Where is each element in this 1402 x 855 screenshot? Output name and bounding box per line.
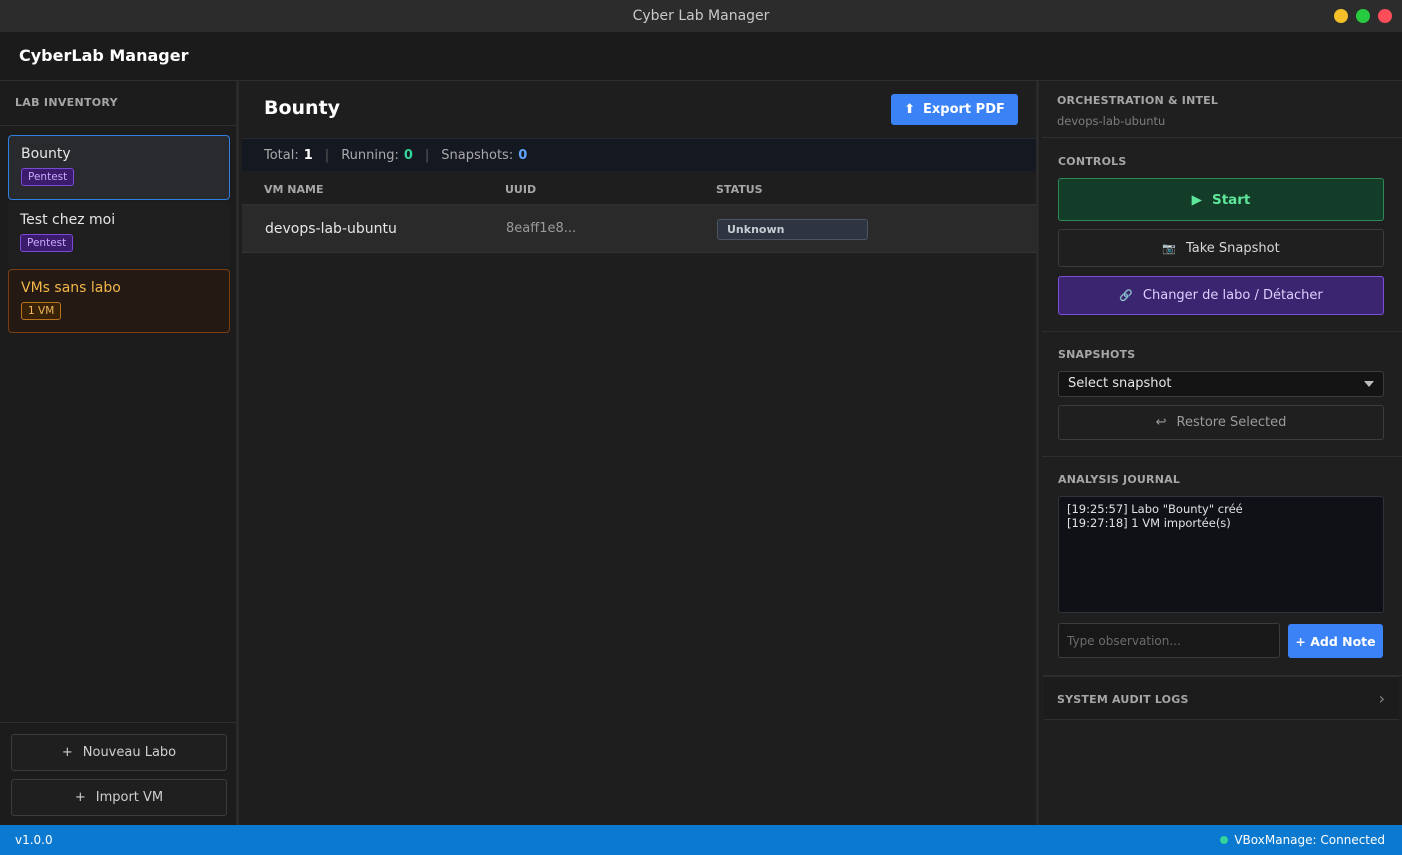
app-brand: CyberLab Manager	[19, 46, 189, 65]
snapshots-label: Snapshots:	[441, 147, 514, 163]
journal-entry: [19:27:18] 1 VM importée(s)	[1067, 516, 1231, 530]
minimize-window-button[interactable]	[1334, 9, 1348, 23]
app-header: CyberLab Manager	[0, 33, 1402, 81]
vm-count-badge: 1 VM	[21, 302, 62, 320]
panel-header: ORCHESTRATION & INTEL devops-lab-ubuntu	[1042, 81, 1402, 138]
lab-title: Bounty	[264, 97, 341, 119]
running-value: 0	[403, 147, 413, 163]
maximize-window-button[interactable]	[1356, 9, 1370, 23]
connection-status-text: VBoxManage: Connected	[1234, 833, 1385, 847]
table-row[interactable]: devops-lab-ubuntu 8eaff1e8... Unknown	[242, 206, 1036, 253]
total-value: 1	[303, 147, 313, 163]
controls-heading: CONTROLS	[1058, 155, 1127, 168]
vm-uuid-cell: 8eaff1e8...	[506, 221, 577, 236]
undo-icon: ↩	[1155, 415, 1167, 430]
journal-heading: ANALYSIS JOURNAL	[1058, 473, 1181, 486]
lab-item-name: Bounty	[21, 146, 71, 162]
running-label: Running:	[341, 147, 399, 163]
app-version: v1.0.0	[15, 833, 53, 847]
lab-item-name: Test chez moi	[20, 212, 116, 228]
status-bar: v1.0.0 VBoxManage: Connected	[0, 825, 1402, 855]
import-vm-label: Import VM	[95, 790, 164, 805]
take-snapshot-label: Take Snapshot	[1185, 240, 1280, 256]
restore-snapshot-button[interactable]: ↩ Restore Selected	[1058, 405, 1384, 440]
selected-vm-name: devops-lab-ubuntu	[1057, 114, 1166, 128]
vm-name-cell: devops-lab-ubuntu	[265, 221, 397, 237]
analysis-journal-section: ANALYSIS JOURNAL [19:25:57] Labo "Bounty…	[1042, 457, 1402, 676]
new-lab-button[interactable]: + Nouveau Labo	[11, 734, 227, 771]
orchestration-panel: ORCHESTRATION & INTEL devops-lab-ubuntu …	[1042, 81, 1402, 825]
connected-dot-icon	[1220, 836, 1229, 844]
import-vm-button[interactable]: + Import VM	[11, 779, 227, 816]
snapshot-select-value: Select snapshot	[1068, 376, 1172, 391]
lab-item-bounty[interactable]: Bounty Pentest	[8, 135, 230, 200]
snapshots-value: 0	[518, 147, 528, 163]
change-lab-label: Changer de labo / Détacher	[1142, 288, 1323, 303]
audit-heading: SYSTEM AUDIT LOGS	[1057, 693, 1189, 706]
take-snapshot-button[interactable]: 📷 Take Snapshot	[1058, 229, 1384, 267]
connection-status: VBoxManage: Connected	[1220, 833, 1385, 847]
chevron-down-icon	[1364, 381, 1374, 387]
new-lab-label: Nouveau Labo	[82, 745, 177, 760]
start-vm-button[interactable]: ▶ Start	[1058, 178, 1384, 221]
close-window-button[interactable]	[1378, 9, 1392, 23]
export-pdf-button[interactable]: ⬆ Export PDF	[891, 94, 1018, 125]
lab-item-vms-sans-labo[interactable]: VMs sans labo 1 VM	[8, 269, 230, 333]
add-note-button[interactable]: + Add Note	[1288, 624, 1383, 658]
lab-header: Bounty ⬆ Export PDF	[242, 81, 1036, 138]
restore-label: Restore Selected	[1176, 415, 1287, 430]
lab-stats-bar: Total: 1 | Running: 0 | Snapshots: 0	[242, 138, 1036, 171]
stats-separator: |	[324, 147, 330, 163]
snapshots-section: SNAPSHOTS Select snapshot ↩ Restore Sele…	[1042, 332, 1402, 457]
column-header-vm-name[interactable]: VM NAME	[264, 183, 323, 196]
export-pdf-label: Export PDF	[923, 102, 1005, 117]
upload-icon: ⬆	[904, 102, 916, 117]
snapshots-heading: SNAPSHOTS	[1058, 348, 1136, 361]
system-audit-logs-toggle[interactable]: SYSTEM AUDIT LOGS ›	[1044, 676, 1399, 720]
sidebar-heading: LAB INVENTORY	[0, 81, 236, 126]
column-header-status[interactable]: STATUS	[716, 183, 763, 196]
lab-type-badge: Pentest	[20, 234, 74, 252]
camera-icon: 📷	[1162, 241, 1176, 255]
play-icon: ▶	[1191, 191, 1202, 208]
change-lab-button[interactable]: 🔗 Changer de labo / Détacher	[1058, 276, 1384, 315]
lab-inventory-sidebar: LAB INVENTORY Bounty Pentest Test chez m…	[0, 81, 239, 825]
status-badge: Unknown	[717, 219, 868, 240]
window-titlebar: Cyber Lab Manager	[0, 0, 1402, 33]
plus-icon: +	[74, 790, 86, 805]
journal-entry: [19:25:57] Labo "Bounty" créé	[1067, 502, 1243, 516]
sidebar-actions: + Nouveau Labo + Import VM	[0, 722, 236, 825]
total-label: Total:	[264, 147, 299, 163]
stats-separator: |	[424, 147, 430, 163]
vm-table-header: VM NAME UUID STATUS	[242, 171, 1036, 206]
lab-item-test-chez-moi[interactable]: Test chez moi Pentest	[8, 202, 230, 267]
lab-type-badge: Pentest	[21, 168, 75, 186]
link-icon: 🔗	[1119, 289, 1133, 302]
chevron-right-icon: ›	[1378, 689, 1385, 708]
observation-input[interactable]	[1058, 623, 1280, 658]
lab-item-name: VMs sans labo	[21, 280, 121, 296]
window-title: Cyber Lab Manager	[632, 8, 770, 24]
journal-log[interactable]: [19:25:57] Labo "Bounty" créé [19:27:18]…	[1058, 496, 1384, 613]
panel-heading: ORCHESTRATION & INTEL	[1057, 94, 1219, 107]
plus-icon: +	[61, 745, 73, 760]
lab-detail-main: Bounty ⬆ Export PDF Total: 1 | Running: …	[242, 81, 1039, 825]
start-label: Start	[1211, 191, 1251, 208]
controls-section: CONTROLS ▶ Start 📷 Take Snapshot 🔗 Chang…	[1042, 138, 1402, 332]
column-header-uuid[interactable]: UUID	[505, 183, 536, 196]
snapshot-select[interactable]: Select snapshot	[1058, 371, 1384, 397]
